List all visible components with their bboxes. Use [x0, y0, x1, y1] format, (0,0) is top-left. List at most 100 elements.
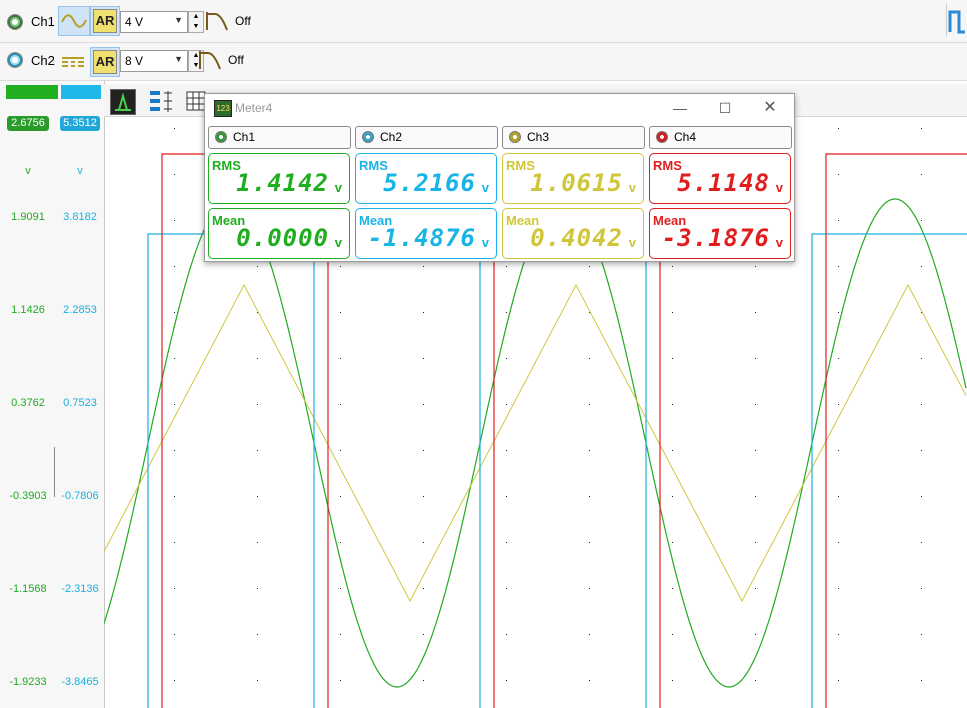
grid-dot	[755, 450, 756, 451]
ch1-autorange-button[interactable]: AR	[90, 6, 120, 36]
grid-dot	[838, 220, 839, 221]
grid-dot	[838, 312, 839, 313]
grid-dot	[340, 450, 341, 451]
ch2-voltage-value: 8 V	[125, 54, 144, 68]
rms-value: 5.1148	[677, 169, 770, 197]
trigger-mode-icon[interactable]	[946, 4, 967, 36]
rms-value: 1.4142	[236, 169, 329, 197]
grid-dot	[257, 634, 258, 635]
ch1-voltage-select[interactable]: 4 V ▼	[120, 11, 188, 33]
grid-dot	[340, 266, 341, 267]
grid-dot	[838, 588, 839, 589]
grid-dot	[921, 404, 922, 405]
grid-dot	[257, 680, 258, 681]
ch2-led-icon[interactable]	[7, 52, 23, 68]
grid-dot	[921, 496, 922, 497]
ch2-tick-label: -0.7806	[61, 490, 99, 502]
chevron-down-icon: ▼	[174, 15, 183, 25]
ch2-autorange-button[interactable]: AR	[90, 47, 120, 77]
grid-dot	[838, 358, 839, 359]
grid-dot	[921, 450, 922, 451]
grid-dot	[589, 680, 590, 681]
ch1-voltage-spinner[interactable]: ▲ ▼	[188, 11, 204, 33]
lowpass-filter-icon[interactable]	[205, 10, 231, 32]
grid-dot	[174, 588, 175, 589]
ch2-tick-label: -3.8465	[61, 676, 99, 688]
meter-channel-label: Ch3	[527, 130, 550, 144]
ch1-led-icon[interactable]	[7, 14, 23, 30]
ch2-scale-bar[interactable]	[61, 85, 101, 99]
grid-dot	[340, 680, 341, 681]
grid-dot	[174, 450, 175, 451]
table-view-icon[interactable]	[186, 90, 206, 112]
grid-dot	[672, 634, 673, 635]
grid-dot	[589, 450, 590, 451]
grid-dot	[921, 174, 922, 175]
close-icon[interactable]: ✕	[755, 97, 785, 119]
ch2-voltage-select[interactable]: 8 V ▼	[120, 50, 188, 72]
ch1-label: Ch1	[31, 14, 55, 29]
grid-dot	[257, 588, 258, 589]
grid-dot	[340, 542, 341, 543]
grid-dot	[174, 312, 175, 313]
grid-dot	[506, 404, 507, 405]
ch1-autorange-label: AR	[93, 9, 117, 33]
grid-dot	[423, 542, 424, 543]
ch2-filter-status: Off	[228, 53, 244, 67]
mean-value: 0.0000	[236, 224, 329, 252]
meter-ch2-mean-display: Mean -1.4876 v	[355, 208, 497, 259]
grid-dot	[921, 634, 922, 635]
channel-1-control-row: Ch1 AR 4 V ▼ ▲ ▼ Off	[0, 0, 967, 43]
meter-titlebar[interactable]: 123 Meter4 — ☐ ✕	[205, 94, 794, 122]
ch1-scale-bar[interactable]	[6, 85, 58, 99]
minimize-icon[interactable]: —	[665, 97, 695, 119]
grid-dot	[506, 588, 507, 589]
grid-dot	[672, 680, 673, 681]
grid-dot	[423, 634, 424, 635]
grid-dot	[921, 128, 922, 129]
grid-dot	[755, 680, 756, 681]
unit-label: v	[628, 235, 636, 250]
grid-dot	[672, 496, 673, 497]
grid-dot	[257, 266, 258, 267]
grid-dot	[506, 358, 507, 359]
grid-dot	[838, 496, 839, 497]
channel-layout-icon[interactable]	[148, 88, 174, 114]
grid-dot	[589, 542, 590, 543]
grid-dot	[589, 588, 590, 589]
ch1-tick-label: -1.1568	[9, 583, 47, 595]
unit-label: v	[775, 235, 783, 250]
grid-dot	[838, 680, 839, 681]
grid-dot	[423, 680, 424, 681]
meter-ch4-header[interactable]: Ch4	[649, 126, 792, 149]
ch2-tick-label: 2.2853	[63, 304, 97, 316]
grid-dot	[506, 496, 507, 497]
offset-marker[interactable]	[54, 447, 55, 497]
zero-marker-icon[interactable]	[110, 89, 136, 115]
grid-dot	[174, 174, 175, 175]
meter-channel-label: Ch2	[380, 130, 403, 144]
sine-wave-icon[interactable]	[58, 6, 90, 36]
dc-coupling-icon[interactable]	[58, 47, 88, 75]
lowpass-filter-icon[interactable]	[198, 49, 224, 71]
grid-dot	[506, 680, 507, 681]
ch2-tick-label: 3.8182	[63, 211, 97, 223]
grid-dot	[921, 542, 922, 543]
meter-ch2-header[interactable]: Ch2	[355, 126, 498, 149]
grid-dot	[921, 220, 922, 221]
grid-dot	[838, 542, 839, 543]
grid-dot	[838, 450, 839, 451]
meter-ch3-header[interactable]: Ch3	[502, 126, 645, 149]
grid-dot	[506, 266, 507, 267]
grid-dot	[921, 680, 922, 681]
ch1-trace	[104, 198, 967, 688]
meter-ch1-header[interactable]: Ch1	[208, 126, 351, 149]
channel-2-control-row: Ch2 AR 8 V ▼ ▲ ▼ Off	[0, 43, 967, 81]
grid-dot	[423, 496, 424, 497]
grid-dot	[921, 588, 922, 589]
grid-dot	[423, 358, 424, 359]
maximize-icon[interactable]: ☐	[710, 97, 740, 119]
mean-value: -1.4876	[367, 224, 476, 252]
grid-dot	[423, 588, 424, 589]
grid-dot	[174, 266, 175, 267]
